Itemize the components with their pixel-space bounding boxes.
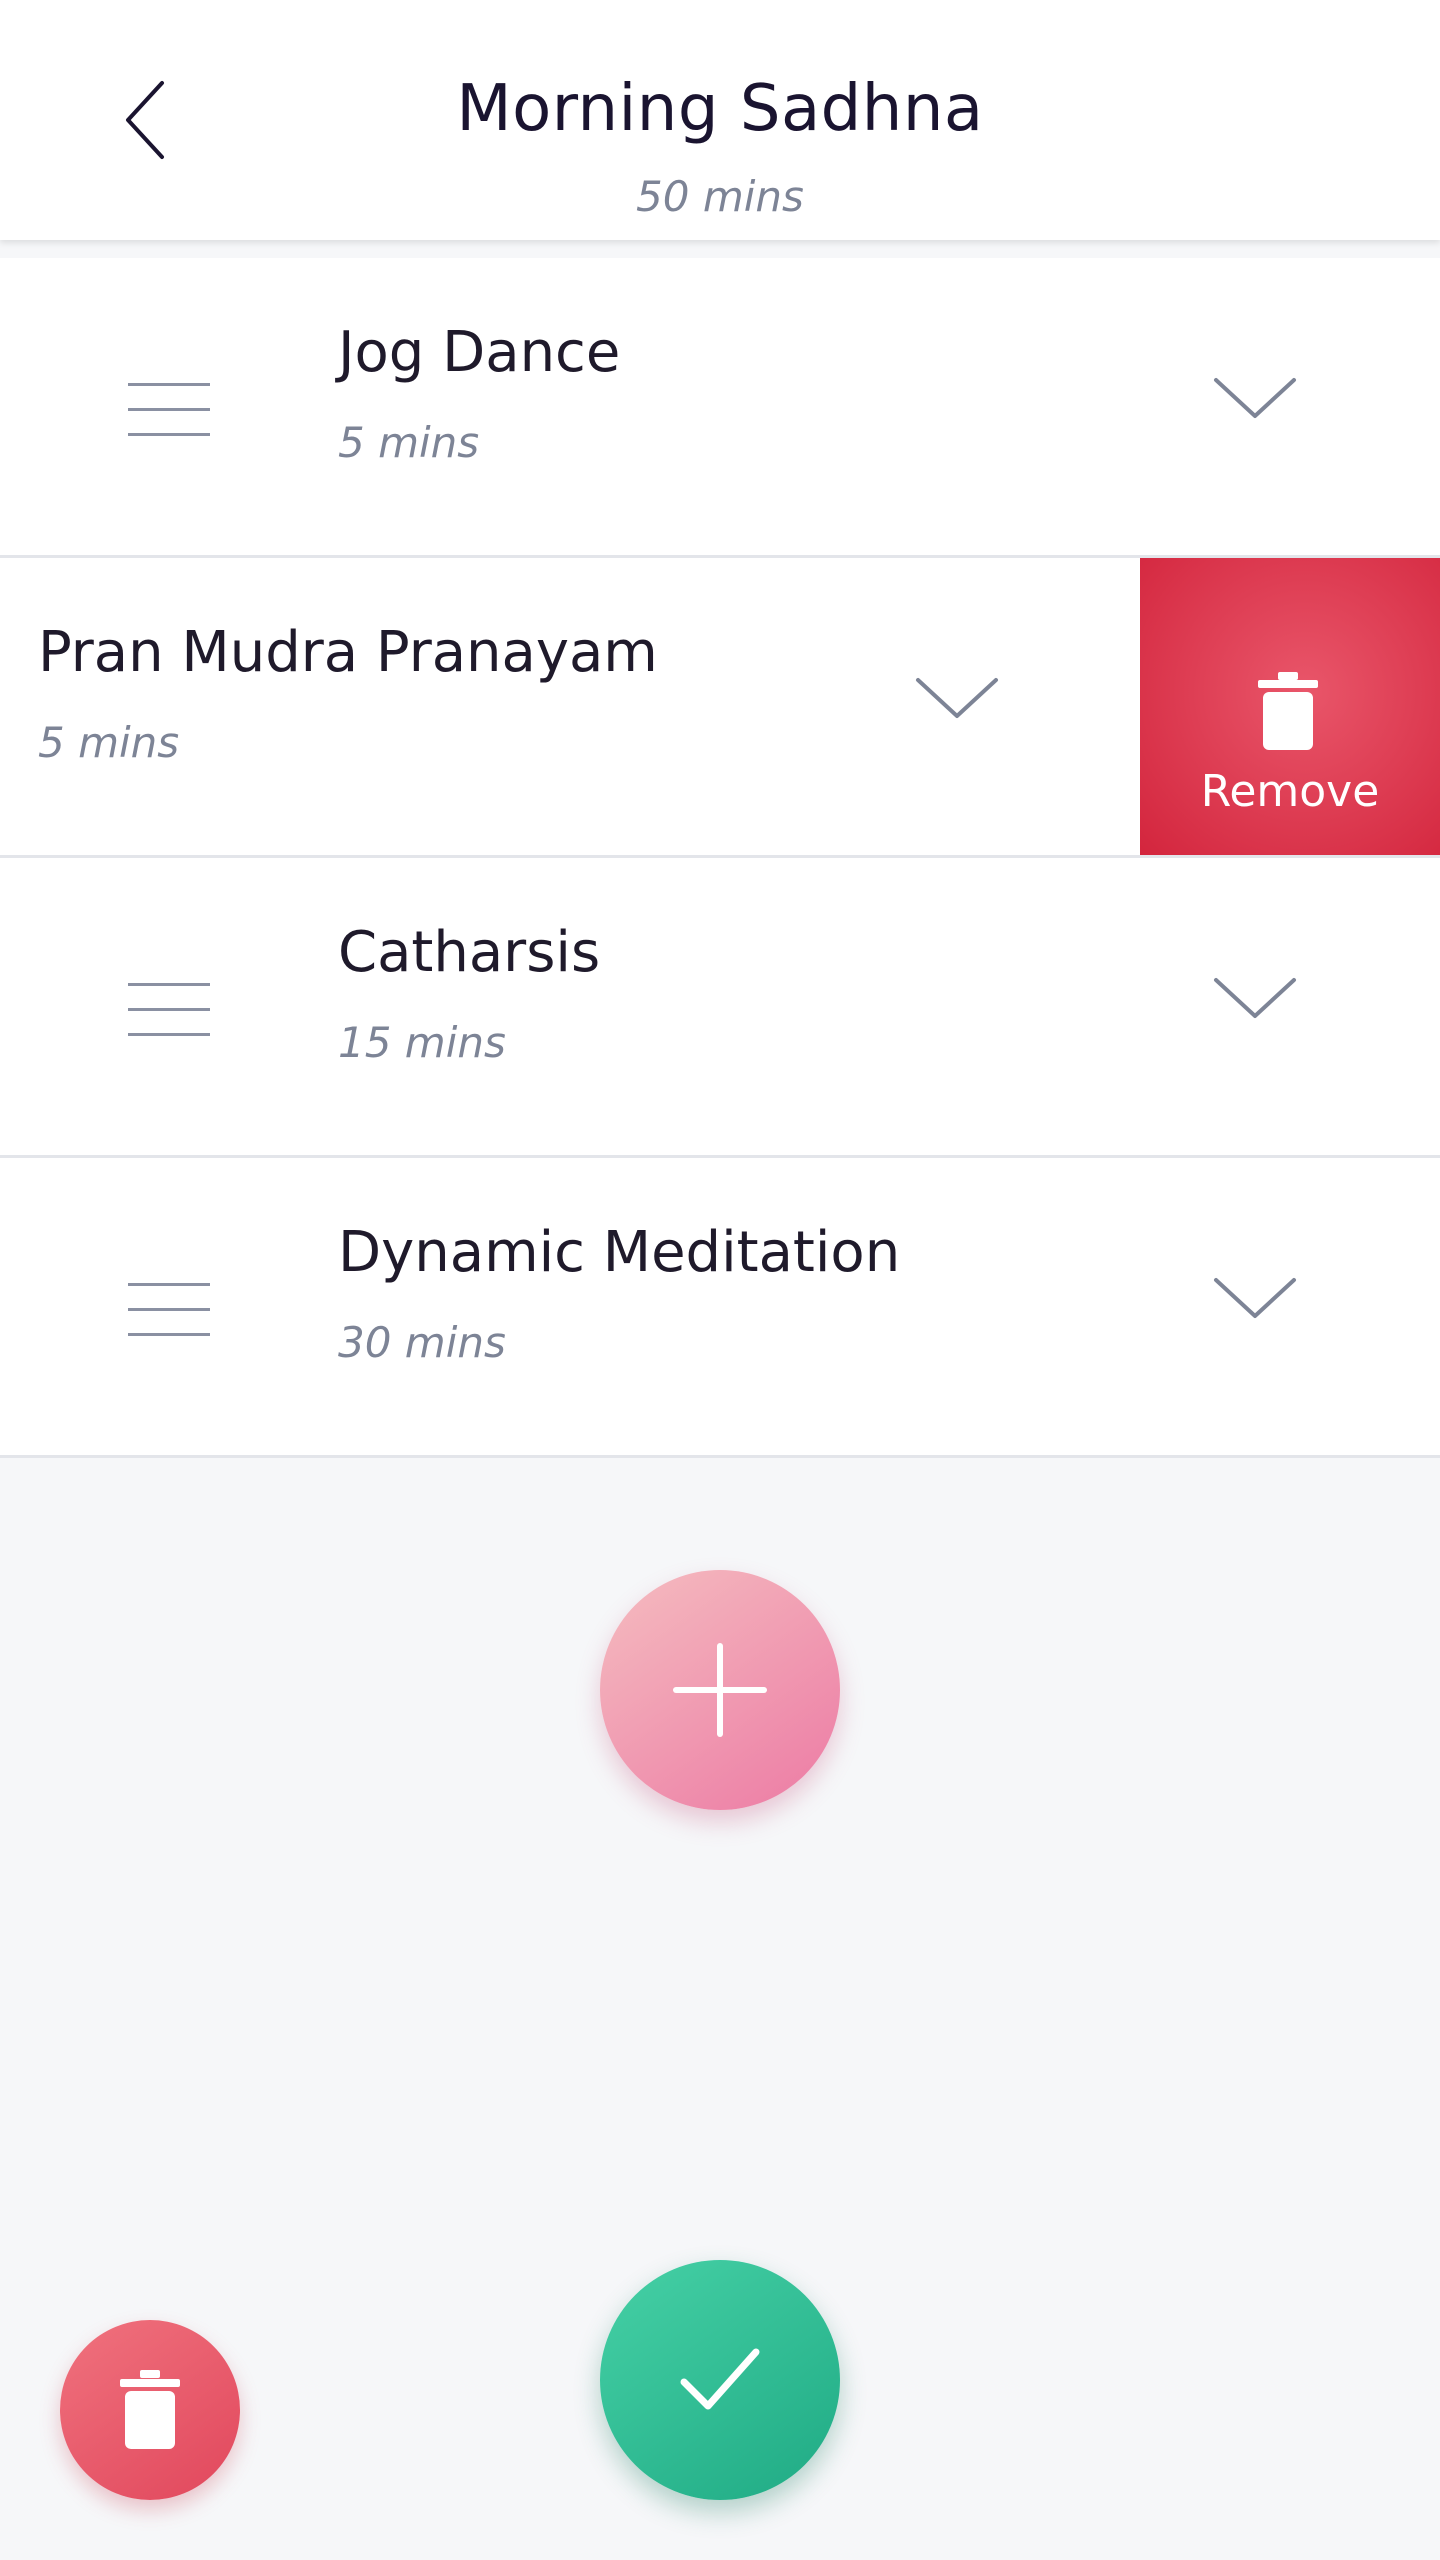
drag-handle-icon[interactable] — [128, 1283, 210, 1339]
list-item[interactable]: Catharsis 15 mins — [0, 858, 1440, 1158]
list-item[interactable]: Pran Mudra Pranayam 5 mins Remove — [0, 558, 1440, 858]
expand-button[interactable] — [1210, 1268, 1300, 1328]
item-name: Dynamic Meditation — [338, 1220, 901, 1285]
trash-icon — [1258, 672, 1318, 750]
delete-sequence-button[interactable] — [60, 2320, 240, 2500]
list-item[interactable]: Jog Dance 5 mins — [0, 258, 1440, 558]
chevron-down-icon — [1214, 378, 1296, 418]
item-name: Jog Dance — [338, 320, 621, 385]
expand-button[interactable] — [1210, 368, 1300, 428]
item-duration: 5 mins — [38, 718, 180, 767]
confirm-button[interactable] — [600, 2260, 840, 2500]
sequence-list: Jog Dance 5 mins Pran Mudra Pranayam 5 m… — [0, 258, 1440, 1458]
trash-icon — [120, 2370, 180, 2449]
drag-handle-icon[interactable] — [128, 383, 210, 439]
item-name: Catharsis — [338, 920, 601, 985]
list-item[interactable]: Dynamic Meditation 30 mins — [0, 1158, 1440, 1458]
drag-handle-icon[interactable] — [128, 983, 210, 1039]
item-duration: 5 mins — [338, 418, 480, 467]
item-name: Pran Mudra Pranayam — [38, 620, 658, 685]
app-header: Morning Sadhna 50 mins — [0, 0, 1440, 240]
remove-button[interactable]: Remove — [1140, 558, 1440, 855]
chevron-down-icon — [1214, 1278, 1296, 1318]
expand-button[interactable] — [1210, 968, 1300, 1028]
page-title: Morning Sadhna — [456, 72, 984, 146]
check-icon — [680, 2348, 760, 2410]
expand-button[interactable] — [912, 668, 1002, 728]
plus-icon — [673, 1643, 767, 1737]
item-duration: 15 mins — [338, 1018, 506, 1067]
total-duration: 50 mins — [636, 172, 804, 221]
item-duration: 30 mins — [338, 1318, 506, 1367]
chevron-down-icon — [916, 678, 998, 718]
chevron-down-icon — [1214, 978, 1296, 1018]
remove-label: Remove — [1200, 766, 1380, 817]
add-item-button[interactable] — [600, 1570, 840, 1810]
